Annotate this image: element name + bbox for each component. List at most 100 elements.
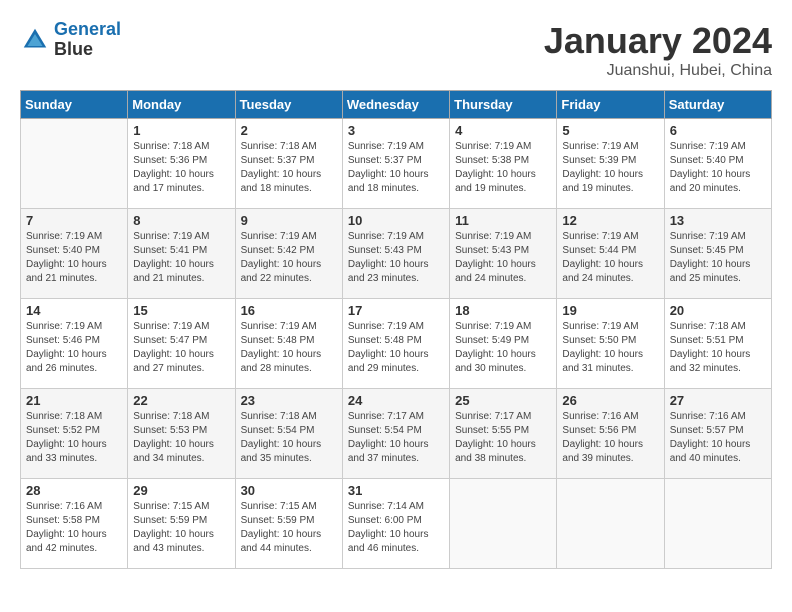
calendar-cell: 25 Sunrise: 7:17 AMSunset: 5:55 PMDayligh…: [450, 389, 557, 479]
day-number: 29: [133, 483, 229, 498]
column-header-saturday: Saturday: [664, 91, 771, 119]
day-number: 9: [241, 213, 337, 228]
location-subtitle: Juanshui, Hubei, China: [544, 62, 772, 80]
day-number: 14: [26, 303, 122, 318]
column-header-monday: Monday: [128, 91, 235, 119]
calendar-cell: [21, 119, 128, 209]
day-number: 4: [455, 123, 551, 138]
day-info: Sunrise: 7:19 AMSunset: 5:47 PMDaylight:…: [133, 320, 229, 376]
calendar-week-row: 7Sunrise: 7:19 AMSunset: 5:40 PMDaylight…: [21, 209, 772, 299]
day-info: Sunrise: 7:19 AMSunset: 5:40 PMDaylight:…: [670, 140, 766, 196]
calendar-cell: 17Sunrise: 7:19 AMSunset: 5:48 PMDayligh…: [342, 299, 449, 389]
column-header-thursday: Thursday: [450, 91, 557, 119]
day-info: Sunrise: 7:18 AMSunset: 5:51 PMDaylight:…: [670, 320, 766, 376]
day-number: 1: [133, 123, 229, 138]
logo-line2: Blue: [54, 40, 121, 60]
day-info: Sunrise: 7:16 AMSunset: 5:56 PMDaylight:…: [562, 410, 658, 466]
day-number: 23: [241, 393, 337, 408]
calendar-cell: 24Sunrise: 7:17 AMSunset: 5:54 PMDayligh…: [342, 389, 449, 479]
day-number: 20: [670, 303, 766, 318]
calendar-cell: 21 Sunrise: 7:18 AMSunset: 5:52 PMDayligh…: [21, 389, 128, 479]
calendar-cell: 5 Sunrise: 7:19 AMSunset: 5:39 PMDaylight…: [557, 119, 664, 209]
calendar-cell: 20 Sunrise: 7:18 AMSunset: 5:51 PMDayligh…: [664, 299, 771, 389]
day-info: Sunrise: 7:17 AMSunset: 5:55 PMDaylight:…: [455, 410, 551, 466]
calendar-cell: 1 Sunrise: 7:18 AMSunset: 5:36 PMDaylight…: [128, 119, 235, 209]
calendar-cell: [557, 479, 664, 569]
day-info: Sunrise: 7:19 AMSunset: 5:48 PMDaylight:…: [241, 320, 337, 376]
calendar-cell: 11Sunrise: 7:19 AMSunset: 5:43 PMDayligh…: [450, 209, 557, 299]
day-number: 30: [241, 483, 337, 498]
day-number: 6: [670, 123, 766, 138]
day-info: Sunrise: 7:18 AMSunset: 5:37 PMDaylight:…: [241, 140, 337, 196]
day-number: 24: [348, 393, 444, 408]
calendar-cell: 27Sunrise: 7:16 AMSunset: 5:57 PMDayligh…: [664, 389, 771, 479]
day-number: 25: [455, 393, 551, 408]
calendar-cell: 12 Sunrise: 7:19 AMSunset: 5:44 PMDayligh…: [557, 209, 664, 299]
logo-line1: General: [54, 19, 121, 39]
title-block: January 2024 Juanshui, Hubei, China: [544, 20, 772, 80]
day-info: Sunrise: 7:19 AMSunset: 5:37 PMDaylight:…: [348, 140, 444, 196]
day-number: 15: [133, 303, 229, 318]
day-number: 21: [26, 393, 122, 408]
day-info: Sunrise: 7:19 AMSunset: 5:44 PMDaylight:…: [562, 230, 658, 286]
column-header-tuesday: Tuesday: [235, 91, 342, 119]
day-info: Sunrise: 7:15 AMSunset: 5:59 PMDaylight:…: [241, 500, 337, 556]
calendar-cell: 23 Sunrise: 7:18 AMSunset: 5:54 PMDayligh…: [235, 389, 342, 479]
day-number: 28: [26, 483, 122, 498]
day-number: 3: [348, 123, 444, 138]
day-info: Sunrise: 7:19 AMSunset: 5:43 PMDaylight:…: [455, 230, 551, 286]
calendar-cell: 18 Sunrise: 7:19 AMSunset: 5:49 PMDayligh…: [450, 299, 557, 389]
calendar-cell: 26 Sunrise: 7:16 AMSunset: 5:56 PMDayligh…: [557, 389, 664, 479]
day-number: 12: [562, 213, 658, 228]
calendar-cell: [450, 479, 557, 569]
day-info: Sunrise: 7:18 AMSunset: 5:54 PMDaylight:…: [241, 410, 337, 466]
day-number: 13: [670, 213, 766, 228]
calendar-week-row: 1 Sunrise: 7:18 AMSunset: 5:36 PMDaylight…: [21, 119, 772, 209]
day-info: Sunrise: 7:19 AMSunset: 5:39 PMDaylight:…: [562, 140, 658, 196]
calendar-week-row: 28 Sunrise: 7:16 AMSunset: 5:58 PMDayligh…: [21, 479, 772, 569]
day-number: 17: [348, 303, 444, 318]
calendar-cell: 7Sunrise: 7:19 AMSunset: 5:40 PMDaylight…: [21, 209, 128, 299]
calendar-cell: 14 Sunrise: 7:19 AMSunset: 5:46 PMDayligh…: [21, 299, 128, 389]
day-info: Sunrise: 7:19 AMSunset: 5:49 PMDaylight:…: [455, 320, 551, 376]
calendar-cell: 15 Sunrise: 7:19 AMSunset: 5:47 PMDayligh…: [128, 299, 235, 389]
day-info: Sunrise: 7:19 AMSunset: 5:46 PMDaylight:…: [26, 320, 122, 376]
calendar-table: SundayMondayTuesdayWednesdayThursdayFrid…: [20, 90, 772, 569]
column-header-wednesday: Wednesday: [342, 91, 449, 119]
day-number: 31: [348, 483, 444, 498]
day-number: 18: [455, 303, 551, 318]
day-number: 7: [26, 213, 122, 228]
day-number: 26: [562, 393, 658, 408]
column-header-friday: Friday: [557, 91, 664, 119]
calendar-header-row: SundayMondayTuesdayWednesdayThursdayFrid…: [21, 91, 772, 119]
day-number: 5: [562, 123, 658, 138]
day-number: 8: [133, 213, 229, 228]
page-header: General Blue January 2024 Juanshui, Hube…: [20, 20, 772, 80]
day-info: Sunrise: 7:19 AMSunset: 5:41 PMDaylight:…: [133, 230, 229, 286]
calendar-cell: 31Sunrise: 7:14 AMSunset: 6:00 PMDayligh…: [342, 479, 449, 569]
day-number: 27: [670, 393, 766, 408]
calendar-cell: 13 Sunrise: 7:19 AMSunset: 5:45 PMDayligh…: [664, 209, 771, 299]
calendar-cell: 6 Sunrise: 7:19 AMSunset: 5:40 PMDaylight…: [664, 119, 771, 209]
calendar-cell: 22Sunrise: 7:18 AMSunset: 5:53 PMDayligh…: [128, 389, 235, 479]
day-info: Sunrise: 7:19 AMSunset: 5:50 PMDaylight:…: [562, 320, 658, 376]
logo-text: General Blue: [54, 20, 121, 60]
calendar-cell: 3 Sunrise: 7:19 AMSunset: 5:37 PMDaylight…: [342, 119, 449, 209]
day-info: Sunrise: 7:16 AMSunset: 5:58 PMDaylight:…: [26, 500, 122, 556]
day-number: 16: [241, 303, 337, 318]
calendar-cell: 9Sunrise: 7:19 AMSunset: 5:42 PMDaylight…: [235, 209, 342, 299]
calendar-cell: 29 Sunrise: 7:15 AMSunset: 5:59 PMDayligh…: [128, 479, 235, 569]
month-title: January 2024: [544, 20, 772, 62]
calendar-cell: 10Sunrise: 7:19 AMSunset: 5:43 PMDayligh…: [342, 209, 449, 299]
day-info: Sunrise: 7:15 AMSunset: 5:59 PMDaylight:…: [133, 500, 229, 556]
day-info: Sunrise: 7:18 AMSunset: 5:52 PMDaylight:…: [26, 410, 122, 466]
day-number: 19: [562, 303, 658, 318]
calendar-cell: 30 Sunrise: 7:15 AMSunset: 5:59 PMDayligh…: [235, 479, 342, 569]
calendar-cell: 16 Sunrise: 7:19 AMSunset: 5:48 PMDayligh…: [235, 299, 342, 389]
day-info: Sunrise: 7:18 AMSunset: 5:36 PMDaylight:…: [133, 140, 229, 196]
day-info: Sunrise: 7:19 AMSunset: 5:45 PMDaylight:…: [670, 230, 766, 286]
calendar-cell: 19 Sunrise: 7:19 AMSunset: 5:50 PMDayligh…: [557, 299, 664, 389]
day-number: 10: [348, 213, 444, 228]
calendar-cell: 28 Sunrise: 7:16 AMSunset: 5:58 PMDayligh…: [21, 479, 128, 569]
calendar-week-row: 21 Sunrise: 7:18 AMSunset: 5:52 PMDayligh…: [21, 389, 772, 479]
